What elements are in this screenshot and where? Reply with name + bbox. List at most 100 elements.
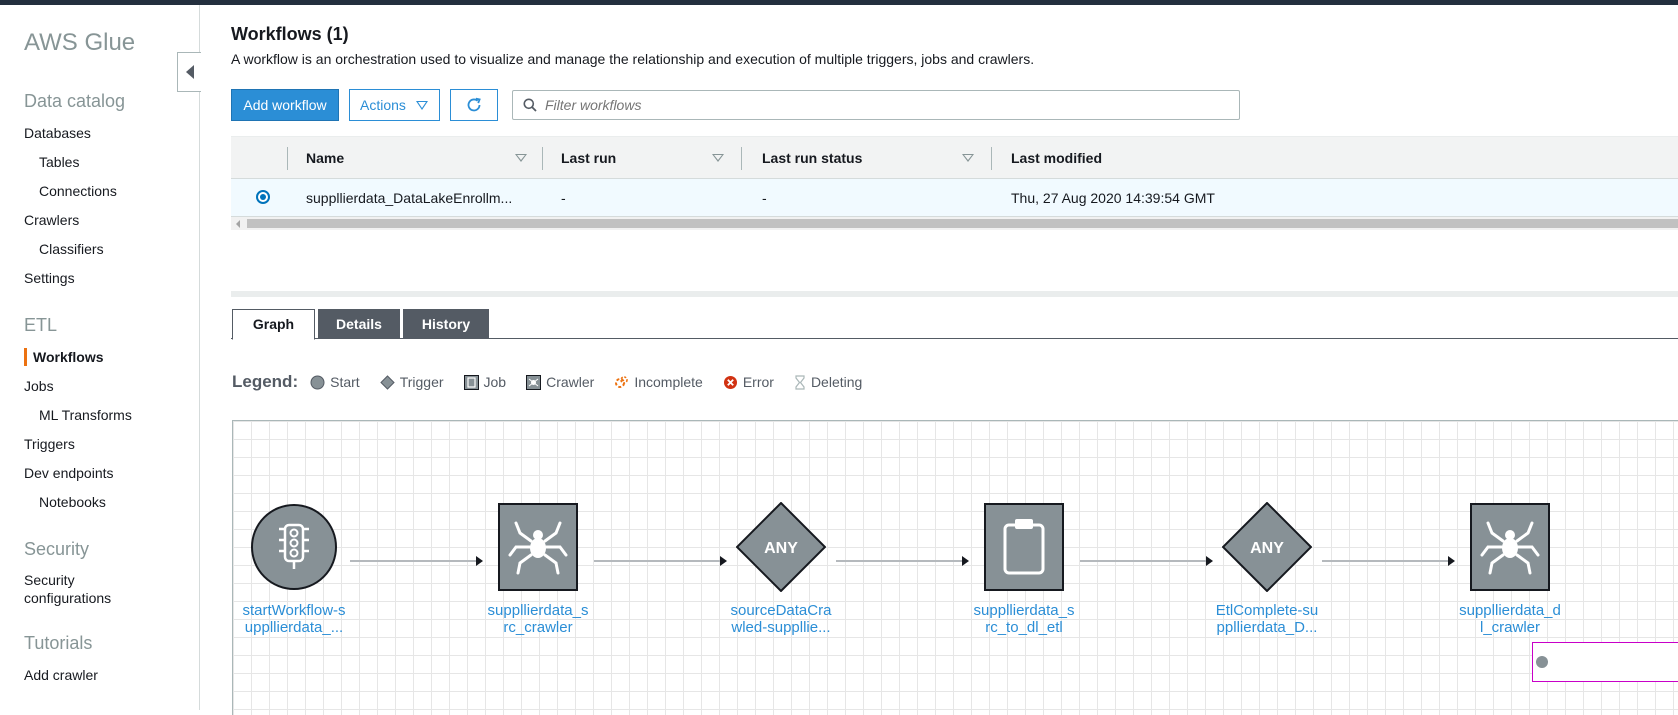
node-label-line: uppllierdata_... xyxy=(244,619,344,636)
column-separator xyxy=(287,147,288,170)
filter-box[interactable] xyxy=(512,90,1240,120)
add-workflow-button[interactable]: Add workflow xyxy=(231,89,339,121)
graph-minimap[interactable] xyxy=(1532,642,1678,682)
legend-deleting: Deleting xyxy=(794,374,862,390)
row-select-radio[interactable] xyxy=(256,190,270,204)
node-label-line: suppllierdata_s xyxy=(487,602,589,619)
sidebar-item-connections[interactable]: Connections xyxy=(0,177,200,206)
sidebar-item-security-configurations[interactable]: Security configurations xyxy=(0,567,200,611)
node-label-line: sourceDataCra xyxy=(730,602,832,619)
legend-error-label: Error xyxy=(742,374,774,390)
cell-last-modified: Thu, 27 Aug 2020 14:39:54 GMT xyxy=(1011,190,1215,206)
section-security: Security xyxy=(24,539,90,559)
trigger-node-label[interactable]: EtlComplete-su ppllierdata_D... xyxy=(1202,602,1332,636)
table-header: Name Last run Last run status Last modif… xyxy=(231,136,1678,179)
sort-icon[interactable] xyxy=(515,154,527,162)
graph-edge xyxy=(350,556,483,566)
sidebar-item-ml-transforms[interactable]: ML Transforms xyxy=(0,401,200,430)
panel-divider[interactable] xyxy=(231,291,1678,297)
legend-incomplete: Incomplete xyxy=(614,374,703,390)
column-header-name[interactable]: Name xyxy=(306,137,344,180)
column-header-last-modified[interactable]: Last modified xyxy=(1011,137,1102,180)
legend-crawler-label: Crawler xyxy=(546,374,595,390)
sidebar-item-tables[interactable]: Tables xyxy=(0,148,200,177)
sidebar: AWS Glue Data catalog Databases Tables C… xyxy=(0,5,201,710)
detail-tabs: Graph Details History xyxy=(231,303,1678,340)
arrowhead-icon xyxy=(962,556,969,566)
table-row[interactable]: suppllierdata_DataLakeEnrollm... - - Thu… xyxy=(231,179,1678,217)
column-header-last-run-status[interactable]: Last run status xyxy=(762,137,862,180)
legend-job-label: Job xyxy=(483,374,507,390)
column-header-last-run[interactable]: Last run xyxy=(561,137,616,180)
tab-details[interactable]: Details xyxy=(318,309,400,339)
caret-down-icon xyxy=(415,100,428,110)
sort-icon[interactable] xyxy=(962,154,974,162)
job-node-label[interactable]: suppllierdata_s rc_to_dl_etl xyxy=(959,602,1089,636)
workflow-graph-canvas[interactable]: startWorkflow-s uppllierdata_... supplli… xyxy=(232,420,1678,715)
scroll-left-icon[interactable] xyxy=(236,220,240,228)
trigger-node-text: ANY xyxy=(764,540,798,557)
crawler-node[interactable] xyxy=(1470,503,1550,591)
cell-last-run: - xyxy=(561,190,566,206)
start-circle-icon xyxy=(310,375,325,389)
crawler-node-label[interactable]: suppllierdata_d l_crawler xyxy=(1445,602,1575,636)
crawler-icon xyxy=(526,374,542,390)
trigger-node[interactable]: ANY xyxy=(1222,502,1312,592)
sidebar-item-workflows[interactable]: Workflows xyxy=(0,343,200,372)
graph-edge xyxy=(1322,556,1455,566)
sidebar-item-crawlers[interactable]: Crawlers xyxy=(0,206,200,235)
tab-graph[interactable]: Graph xyxy=(232,309,315,340)
column-separator xyxy=(542,147,543,170)
column-separator xyxy=(741,147,742,170)
hourglass-icon xyxy=(795,374,805,390)
collapse-sidebar-button[interactable] xyxy=(177,52,201,92)
sidebar-item-triggers[interactable]: Triggers xyxy=(0,430,200,459)
node-label-line: suppllierdata_s xyxy=(973,602,1075,619)
minimap-node-icon xyxy=(1536,656,1548,668)
trigger-node-label[interactable]: sourceDataCra wled-suppllie... xyxy=(716,602,846,636)
section-etl: ETL xyxy=(24,315,58,335)
page-description: A workflow is an orchestration used to v… xyxy=(231,51,1035,67)
incomplete-icon xyxy=(615,375,629,388)
scrollbar-thumb[interactable] xyxy=(247,219,1678,228)
legend-start: Start xyxy=(310,374,360,390)
sidebar-item-workflows-label: Workflows xyxy=(33,349,104,365)
sidebar-item-databases[interactable]: Databases xyxy=(0,119,200,148)
section-tutorials: Tutorials xyxy=(24,633,93,653)
start-node[interactable] xyxy=(250,503,338,591)
sidebar-item-jobs[interactable]: Jobs xyxy=(0,372,200,401)
node-label-line: rc_crawler xyxy=(503,619,573,636)
sidebar-item-notebooks[interactable]: Notebooks xyxy=(0,488,200,517)
sort-icon[interactable] xyxy=(712,154,724,162)
arrowhead-icon xyxy=(1206,556,1213,566)
sidebar-item-security-configurations-line1: Security xyxy=(24,572,75,588)
crawler-node-label[interactable]: suppllierdata_s rc_crawler xyxy=(473,602,603,636)
sidebar-item-classifiers[interactable]: Classifiers xyxy=(0,235,200,264)
filter-workflows-input[interactable] xyxy=(545,97,1195,113)
node-label-line: startWorkflow-s xyxy=(242,602,346,619)
crawler-node[interactable] xyxy=(498,503,578,591)
trigger-node[interactable]: ANY xyxy=(736,502,826,592)
node-label-line: suppllierdata_d xyxy=(1459,602,1561,619)
workflows-table: Name Last run Last run status Last modif… xyxy=(231,136,1678,230)
sidebar-item-settings[interactable]: Settings xyxy=(0,264,200,293)
brand-title[interactable]: AWS Glue xyxy=(24,29,135,57)
sidebar-item-dev-endpoints[interactable]: Dev endpoints xyxy=(0,459,200,488)
sidebar-item-security-configurations-line2: configurations xyxy=(24,590,112,606)
section-data-catalog: Data catalog xyxy=(24,91,126,111)
actions-label: Actions xyxy=(360,97,406,113)
job-node[interactable] xyxy=(984,503,1064,591)
chevron-left-icon xyxy=(185,65,194,79)
refresh-button[interactable] xyxy=(450,89,498,121)
tab-history[interactable]: History xyxy=(403,309,489,339)
legend-trigger-label: Trigger xyxy=(399,374,444,390)
search-icon xyxy=(523,98,537,112)
page-title: Workflows (1) xyxy=(231,24,349,44)
node-label-line: ppllierdata_D... xyxy=(1216,619,1318,636)
node-label-line: EtlComplete-su xyxy=(1215,602,1319,619)
graph-edge xyxy=(836,556,969,566)
start-node-label[interactable]: startWorkflow-s uppllierdata_... xyxy=(233,602,359,636)
sidebar-item-add-crawler[interactable]: Add crawler xyxy=(0,661,200,690)
actions-dropdown[interactable]: Actions xyxy=(349,89,440,121)
horizontal-scrollbar[interactable] xyxy=(231,217,1678,230)
